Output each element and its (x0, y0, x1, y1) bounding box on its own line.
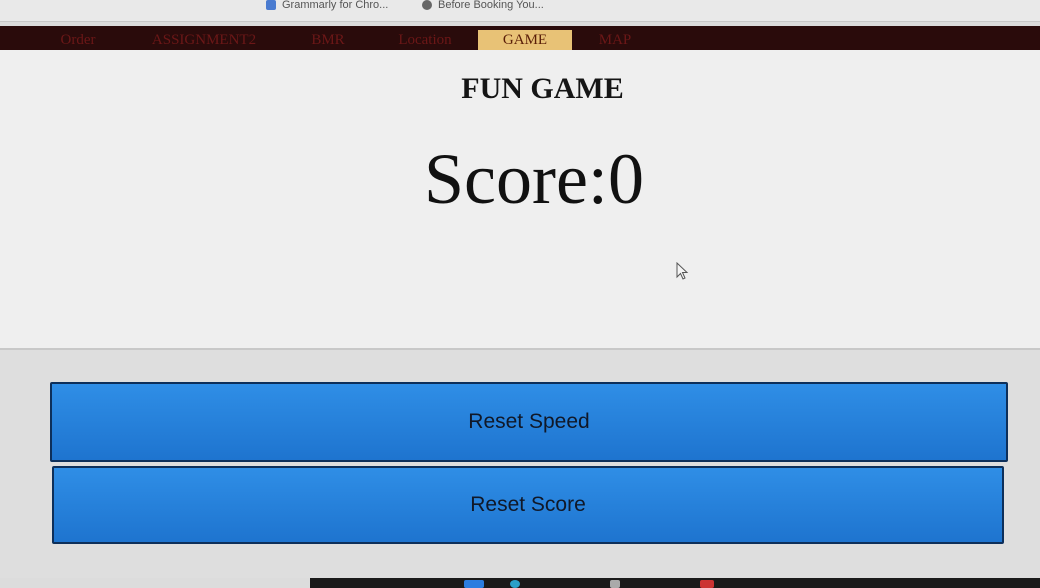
globe-icon (422, 0, 432, 11)
nav-item-assignment2[interactable]: ASSIGNMENT2 (148, 30, 260, 50)
top-nav: Order ASSIGNMENT2 BMR Location GAME MAP (0, 26, 1040, 50)
taskbar-app-icon[interactable] (700, 580, 714, 588)
reset-speed-label: Reset Speed (468, 410, 590, 433)
bookmarks-bar: Grammarly for Chro... Before Booking You… (0, 0, 1040, 22)
bookmark-label: Before Booking You... (438, 0, 544, 11)
score-display: Score:0 (424, 139, 644, 219)
reset-speed-button[interactable]: Reset Speed (50, 382, 1008, 462)
taskbar-app-icon[interactable] (464, 580, 484, 588)
bookmark-grammarly[interactable]: Grammarly for Chro... (266, 0, 388, 14)
taskbar (310, 578, 1040, 588)
grammarly-icon (266, 0, 276, 11)
taskbar-app-icon[interactable] (510, 580, 520, 588)
bookmark-label: Grammarly for Chro... (282, 0, 389, 11)
nav-item-map[interactable]: MAP (596, 30, 634, 50)
reset-score-label: Reset Score (470, 493, 586, 516)
taskbar-app-icon[interactable] (610, 580, 620, 588)
nav-item-order[interactable]: Order (56, 30, 100, 50)
nav-item-location[interactable]: Location (394, 30, 456, 50)
mouse-pointer-icon (676, 262, 689, 280)
page-title: FUN GAME (461, 72, 624, 105)
reset-score-button[interactable]: Reset Score (52, 466, 1004, 544)
bookmark-before-booking[interactable]: Before Booking You... (422, 0, 544, 14)
nav-item-game[interactable]: GAME (478, 30, 572, 50)
nav-item-bmr[interactable]: BMR (308, 30, 348, 50)
